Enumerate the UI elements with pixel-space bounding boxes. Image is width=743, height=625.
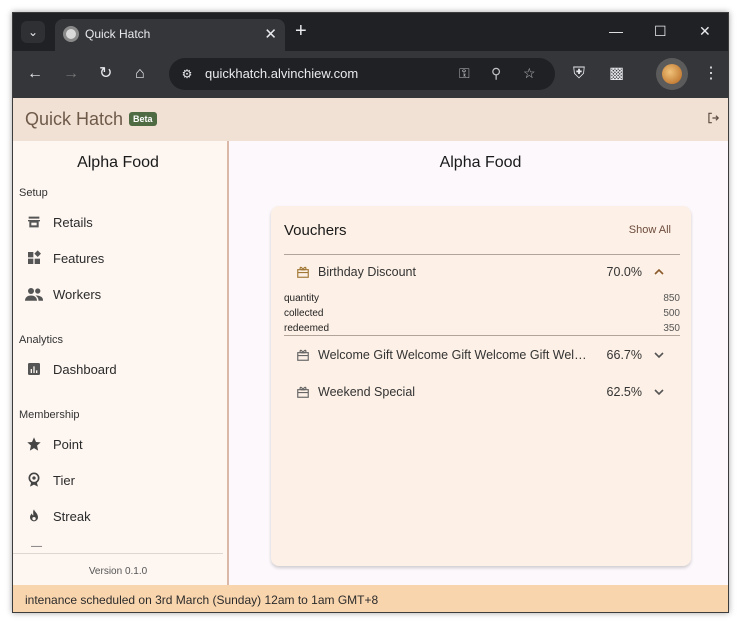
widgets-icon — [25, 249, 43, 267]
sidebar-item-point[interactable]: Point — [25, 429, 215, 459]
page-title: Alpha Food — [439, 154, 522, 171]
voucher-row-birthday[interactable]: Birthday Discount 70.0% — [296, 260, 666, 284]
menu-kebab-icon[interactable]: ⋮ — [703, 65, 719, 83]
medal-icon — [25, 471, 43, 489]
app-header: Quick Hatch Beta — [13, 98, 728, 141]
zoom-icon[interactable]: ⚲ — [491, 65, 501, 82]
tab-close-icon[interactable]: ✕ — [264, 25, 277, 43]
extensions-puzzle-icon[interactable]: ▩ — [609, 65, 624, 83]
forward-icon[interactable]: → — [63, 65, 79, 83]
favicon-icon — [63, 26, 79, 42]
sidebar-item-streak[interactable]: Streak — [25, 501, 215, 531]
gift-icon — [297, 386, 309, 398]
voucher-percent: 62.5% — [606, 385, 642, 399]
back-icon[interactable]: ← — [27, 65, 43, 83]
stat-row-collected: collected 500 — [284, 308, 680, 323]
gift-icon — [297, 266, 309, 278]
chevron-up-icon[interactable] — [652, 267, 666, 277]
password-key-icon[interactable]: ⚿ — [459, 65, 470, 82]
logout-icon[interactable] — [706, 111, 720, 125]
section-setup: Setup — [19, 187, 48, 199]
section-membership: Membership — [19, 409, 80, 421]
shield-extension-icon[interactable]: ⛨ — [573, 65, 585, 83]
bookmark-star-icon[interactable]: ☆ — [523, 65, 536, 82]
stat-label: redeemed — [284, 323, 330, 334]
card-title: Vouchers — [284, 222, 347, 239]
tab-search-chevron-icon[interactable]: ⌄ — [21, 21, 45, 43]
star-icon — [25, 435, 43, 453]
voucher-name: Welcome Gift Welcome Gift Welcome Gift W… — [318, 348, 588, 362]
voucher-percent: 66.7% — [606, 348, 642, 362]
sidebar-item-dashboard[interactable]: Dashboard — [25, 354, 215, 384]
chevron-down-icon[interactable] — [652, 350, 666, 360]
sidebar-item-label: Point — [53, 436, 83, 452]
stat-value: 500 — [663, 308, 680, 319]
store-icon — [25, 213, 43, 231]
sidebar-item-tier[interactable]: Tier — [25, 465, 215, 495]
tab-title: Quick Hatch — [85, 27, 151, 41]
maximize-icon[interactable]: ☐ — [654, 23, 667, 40]
sidebar-item-features[interactable]: Features — [25, 243, 215, 273]
sidebar-item-retails[interactable]: Retails — [25, 207, 215, 237]
sidebar-item-workers[interactable]: Workers — [25, 279, 215, 309]
home-icon[interactable]: ⌂ — [135, 65, 145, 83]
profile-avatar[interactable] — [656, 58, 688, 90]
analytics-chart-icon — [25, 360, 43, 378]
sidebar-org-name: Alpha Food — [77, 154, 159, 171]
voucher-name: Birthday Discount — [318, 265, 416, 279]
window-close-icon[interactable]: ✕ — [699, 23, 711, 40]
minimize-icon[interactable]: — — [609, 23, 623, 39]
url-text: quickhatch.alvinchiew.com — [205, 66, 359, 81]
beta-badge: Beta — [129, 112, 157, 126]
version-footer: Version 0.1.0 — [13, 553, 223, 577]
divider — [284, 254, 680, 255]
address-bar[interactable]: ⚙ quickhatch.alvinchiew.com ⚿ ⚲ ☆ — [169, 58, 555, 90]
app-title: Quick Hatch — [25, 109, 124, 129]
tab-strip: ⌄ Quick Hatch ✕ + — ☐ ✕ — [13, 13, 728, 51]
stat-label: quantity — [284, 293, 320, 304]
sidebar-item-label: Retails — [53, 214, 93, 230]
voucher-row-welcome-gift[interactable]: Welcome Gift Welcome Gift Welcome Gift W… — [296, 343, 666, 367]
vouchers-card: Vouchers Show All Birthday Discount 70.0… — [271, 206, 691, 566]
maintenance-banner: intenance scheduled on 3rd March (Sunday… — [13, 585, 728, 612]
sidebar: Alpha Food Setup Retails Features Worker… — [13, 141, 229, 585]
sidebar-item-label: Tier — [53, 472, 75, 488]
divider — [284, 335, 680, 336]
browser-tab[interactable]: Quick Hatch ✕ — [55, 19, 285, 51]
voucher-name: Weekend Special — [318, 385, 416, 399]
voucher-row-weekend-special[interactable]: Weekend Special 62.5% — [296, 380, 666, 404]
gift-icon — [297, 349, 309, 361]
stat-label: collected — [284, 308, 324, 319]
sidebar-item-label: Workers — [53, 286, 102, 302]
voucher-percent: 70.0% — [606, 265, 642, 279]
site-settings-icon[interactable]: ⚙ — [177, 64, 197, 84]
app-root: Quick Hatch Beta Alpha Food Setup Retail… — [13, 98, 728, 612]
sidebar-item-label: Streak — [53, 508, 91, 524]
new-tab-icon[interactable]: + — [295, 21, 307, 41]
fire-icon — [25, 507, 43, 525]
show-all-button[interactable]: Show All — [629, 224, 671, 236]
sidebar-item-partial: –– — [31, 541, 43, 552]
browser-window: ⌄ Quick Hatch ✕ + — ☐ ✕ ← → ↻ ⌂ ⚙ quickh… — [12, 12, 729, 613]
stat-row-quantity: quantity 850 — [284, 293, 680, 308]
stat-value: 850 — [663, 293, 680, 304]
sidebar-item-label: Dashboard — [53, 361, 117, 377]
stat-value: 350 — [663, 323, 680, 334]
section-analytics: Analytics — [19, 334, 64, 346]
browser-toolbar: ← → ↻ ⌂ ⚙ quickhatch.alvinchiew.com ⚿ ⚲ … — [13, 51, 728, 98]
people-icon — [25, 285, 43, 303]
reload-icon[interactable]: ↻ — [99, 65, 112, 83]
sidebar-item-label: Features — [53, 250, 105, 266]
chevron-down-icon[interactable] — [652, 387, 666, 397]
